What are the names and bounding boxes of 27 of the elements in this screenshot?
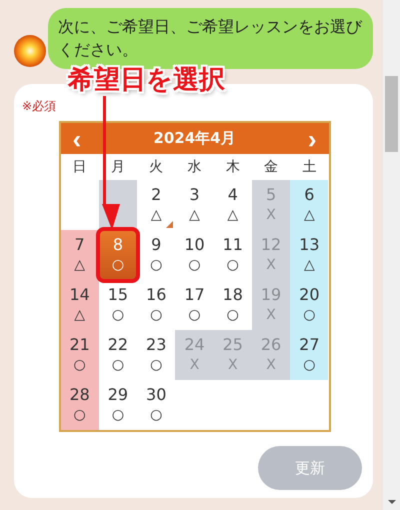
weekday-label: 月 [110,158,126,177]
day-cell[interactable]: 8 ○ [98,230,138,280]
day-cell[interactable]: 21 ○ [60,330,99,380]
day-cell[interactable]: 28 ○ [60,380,99,430]
day-cell[interactable]: 20 ○ [290,280,328,330]
day-cell: 24 X [175,330,214,380]
day-cell: 19 X [252,280,290,330]
day-cell[interactable]: 7 △ [60,230,99,280]
weekday-label: 木 [224,158,241,177]
weekday-label: 日 [72,158,88,177]
weekday-label: 火 [148,158,164,177]
weekday-label: 金 [263,158,280,177]
day-cell: 25 X [214,330,252,380]
day-cell: 5 X [252,180,290,230]
day-cell[interactable]: 27 ○ [290,330,328,380]
day-cell: 26 X [252,330,290,380]
avatar [14,35,46,67]
day-cell: 12 X [252,230,290,280]
required-note: ※必須 [22,98,56,115]
scroll-down-icon[interactable] [388,500,396,504]
day-cell[interactable]: 14 △ [60,280,99,330]
weekday-label: 土 [301,158,318,177]
weekday-label: 水 [186,158,202,177]
day-cell[interactable]: 6 △ [290,180,328,230]
day-cell[interactable]: 13 △ [290,230,328,280]
scrollbar-thumb[interactable] [385,76,398,152]
month-title: 2024年4月 [153,129,236,148]
